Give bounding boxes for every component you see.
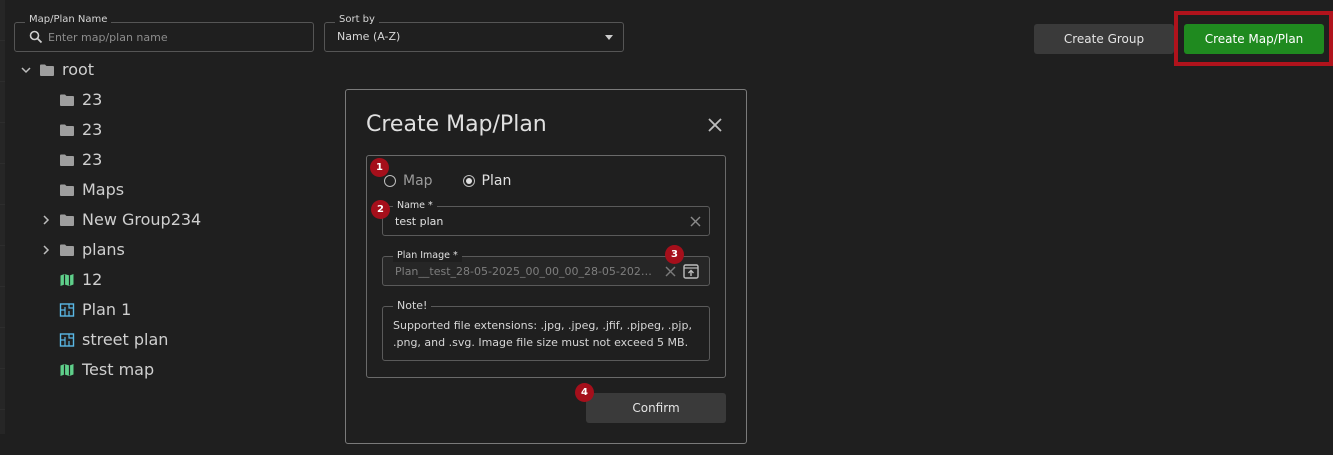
dialog-title: Create Map/Plan <box>366 112 547 137</box>
confirm-button[interactable]: Confirm <box>586 393 726 423</box>
sort-value: Name (A-Z) <box>337 30 401 43</box>
tree-item-label: New Group234 <box>82 209 202 229</box>
radio-plan[interactable] <box>462 175 475 187</box>
tree-item[interactable]: 23 <box>39 84 102 114</box>
close-icon[interactable] <box>706 116 724 134</box>
tree-item-label: Test map <box>82 359 155 379</box>
name-label: Name * <box>393 200 437 212</box>
radio-option-plan[interactable]: Plan <box>462 173 512 189</box>
tree-item-label: 23 <box>82 119 103 139</box>
tree-item-label: plans <box>82 239 125 259</box>
tree-item[interactable]: Maps <box>39 174 124 204</box>
name-field[interactable]: Name * test plan <box>382 200 710 236</box>
note-box: Note! Supported file extensions: .jpg, .… <box>382 300 710 361</box>
folder-icon <box>59 242 75 256</box>
tree-item-label: street plan <box>82 329 169 349</box>
map-icon <box>59 272 75 286</box>
type-radio-group: Map Plan <box>384 173 541 189</box>
left-edge-strip <box>0 0 5 434</box>
folder-icon <box>59 212 75 226</box>
folder-icon <box>59 92 75 106</box>
search-label: Map/Plan Name <box>25 14 112 25</box>
tree-item[interactable]: Plan 1 <box>39 294 131 324</box>
radio-map[interactable] <box>384 175 396 187</box>
step-badge-4: 4 <box>575 383 594 402</box>
tree-item-label: Maps <box>82 179 125 199</box>
tree-item[interactable]: plans <box>39 234 125 264</box>
tree-item-label: 12 <box>82 269 103 289</box>
sort-label: Sort by <box>335 14 379 25</box>
highlight-box <box>1174 11 1333 66</box>
tree-item-label: 23 <box>82 149 103 169</box>
upload-icon[interactable] <box>683 264 699 279</box>
search-icon <box>29 30 43 44</box>
note-label: Note! <box>393 300 432 312</box>
tree-item[interactable]: 12 <box>39 264 102 294</box>
tree-item[interactable]: 23 <box>39 114 102 144</box>
radio-option-map[interactable]: Map <box>384 173 433 189</box>
radio-plan-label: Plan <box>481 173 512 189</box>
chevron-right-icon[interactable] <box>39 242 53 256</box>
clear-image-icon[interactable] <box>665 266 676 277</box>
map-plan-name-filter[interactable]: Map/Plan Name <box>14 14 314 52</box>
floor-plan-icon <box>59 332 75 347</box>
clear-name-icon[interactable] <box>690 216 701 227</box>
sort-by-select[interactable]: Sort by Name (A-Z) <box>324 14 624 52</box>
folder-icon <box>59 152 75 166</box>
create-group-button[interactable]: Create Group <box>1034 24 1174 54</box>
plan-image-label: Plan Image * <box>393 250 462 262</box>
step-badge-2: 2 <box>371 200 390 219</box>
folder-icon <box>59 182 75 196</box>
create-map-plan-dialog: Create Map/Plan Map Plan Name * test pla… <box>345 89 747 444</box>
note-text: Supported file extensions: .jpg, .jpeg, … <box>393 319 692 349</box>
step-badge-3: 3 <box>665 245 684 264</box>
dialog-form-panel: Map Plan Name * test plan Plan Image * P… <box>366 155 726 378</box>
tree-item-label: root <box>62 59 95 79</box>
folder-icon <box>39 62 55 76</box>
tree-item[interactable]: root <box>19 54 94 84</box>
tree-item[interactable]: New Group234 <box>39 204 201 234</box>
search-input[interactable] <box>48 29 298 46</box>
name-value: test plan <box>395 215 444 228</box>
tree-item[interactable]: Test map <box>39 354 154 384</box>
tree-item[interactable]: 23 <box>39 144 102 174</box>
plan-image-field[interactable]: Plan Image * Plan__test_28-05-2025_00_00… <box>382 250 710 286</box>
map-icon <box>59 362 75 376</box>
tree-item[interactable]: street plan <box>39 324 168 354</box>
radio-map-label: Map <box>403 173 433 189</box>
tree-item-label: Plan 1 <box>82 299 132 319</box>
chevron-right-icon[interactable] <box>39 212 53 226</box>
folder-icon <box>59 122 75 136</box>
plan-image-value: Plan__test_28-05-2025_00_00_00_28-05-202… <box>395 265 657 278</box>
chevron-down-icon[interactable] <box>19 62 33 76</box>
tree-item-label: 23 <box>82 89 103 109</box>
dropdown-arrow-icon <box>605 35 613 40</box>
floor-plan-icon <box>59 302 75 317</box>
step-badge-1: 1 <box>370 158 389 177</box>
